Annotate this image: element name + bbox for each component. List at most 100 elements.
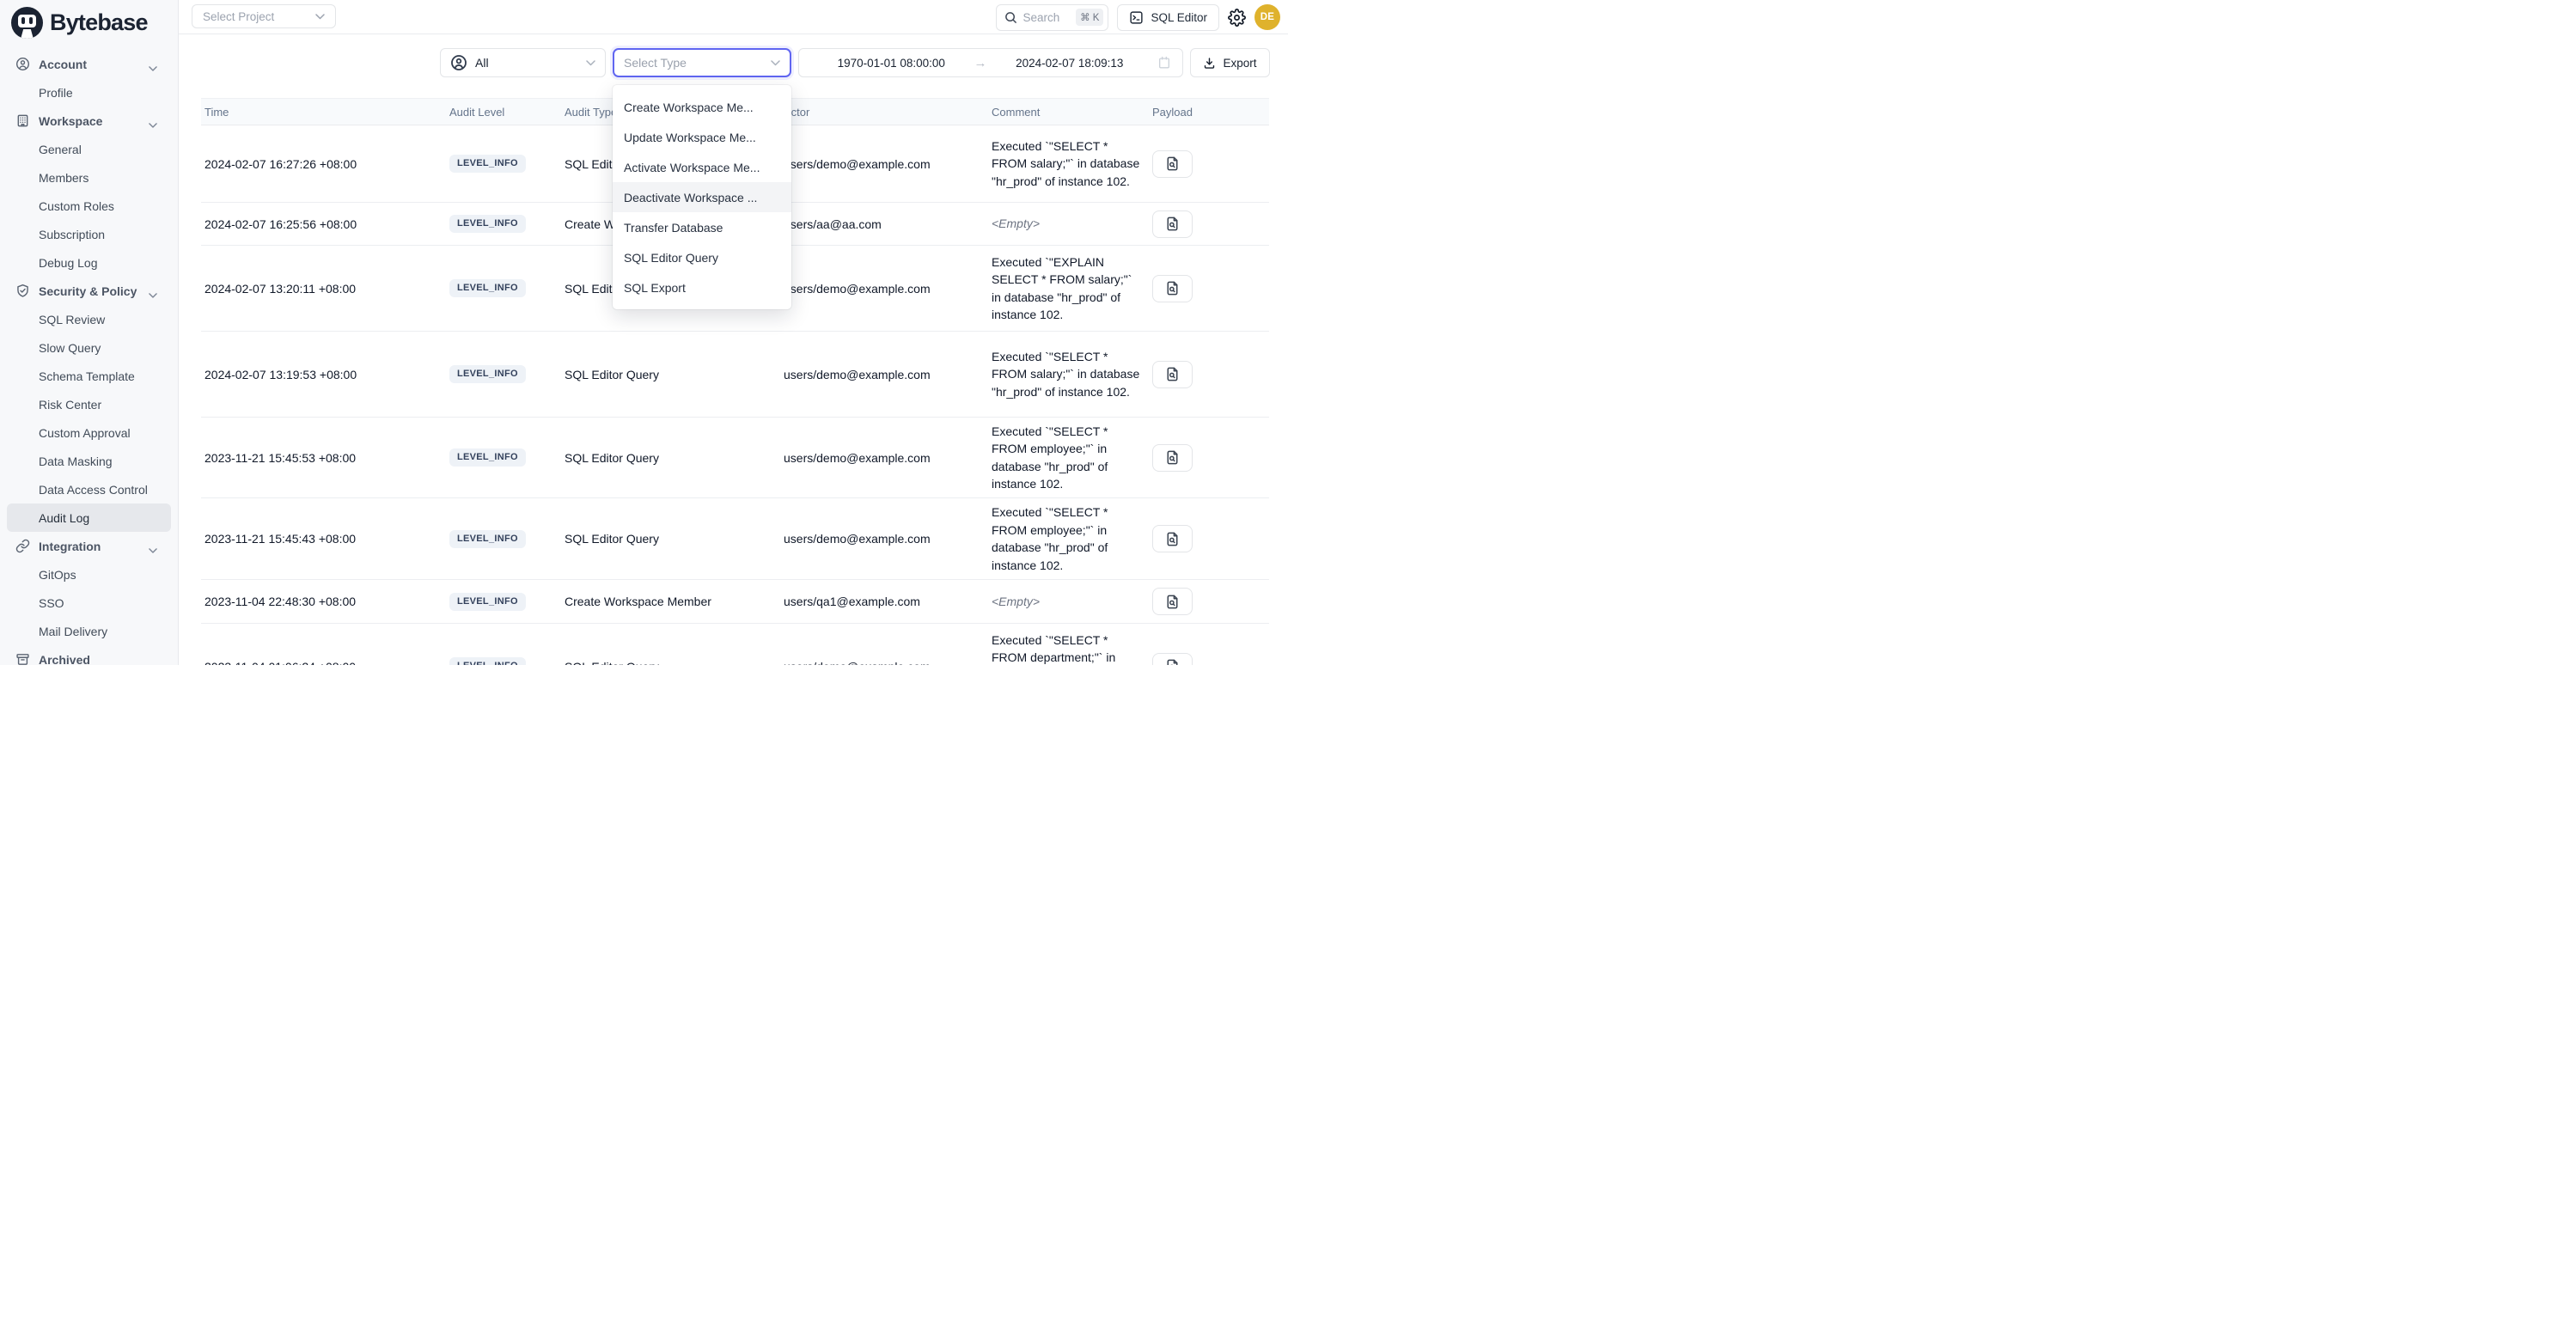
view-payload-button[interactable]	[1152, 150, 1193, 178]
sidebar-item-label: Audit Log	[39, 511, 89, 525]
sidebar-group-archived[interactable]: Archived	[7, 645, 171, 665]
cell-audit-type: SQL Editor Query	[565, 451, 784, 465]
type-menu-item-5[interactable]: Transfer Database	[613, 212, 791, 242]
type-menu-item-3[interactable]: Activate Workspace Me...	[613, 152, 791, 182]
cell-time: 2024-02-07 13:20:11 +08:00	[201, 282, 449, 296]
sidebar-item-data-access-control[interactable]: Data Access Control	[7, 475, 171, 503]
sidebar-item-label: GitOps	[39, 568, 76, 582]
date-from-value[interactable]: 1970-01-01 08:00:00	[810, 57, 973, 70]
cell-comment: Executed `"SELECT * FROM department;"` i…	[992, 631, 1145, 666]
chevron-down-icon	[315, 14, 325, 20]
bytebase-mascot-icon	[11, 7, 43, 39]
cell-audit-type: SQL Editor Query	[565, 368, 784, 381]
type-filter-select[interactable]: Select Type	[613, 48, 791, 77]
sidebar-item-subscription[interactable]: Subscription	[7, 220, 171, 248]
sidebar-item-label: Profile	[39, 86, 73, 100]
cell-time: 2024-02-07 16:27:26 +08:00	[201, 157, 449, 171]
brand-logo[interactable]: Bytebase	[0, 0, 178, 45]
cell-time: 2024-02-07 13:19:53 +08:00	[201, 368, 449, 381]
file-search-icon	[1164, 280, 1181, 296]
cell-payload	[1152, 361, 1269, 388]
sidebar-item-members[interactable]: Members	[7, 163, 171, 192]
sidebar-item-label: General	[39, 143, 82, 156]
type-menu-item-4[interactable]: Deactivate Workspace ...	[613, 182, 791, 212]
sidebar-item-debug-log[interactable]: Debug Log	[7, 248, 171, 277]
chevron-down-icon	[149, 287, 157, 293]
cell-payload	[1152, 653, 1269, 666]
avatar[interactable]: DE	[1254, 4, 1280, 30]
cell-audit-level: LEVEL_INFO	[449, 448, 565, 467]
column-header-actor: Actor	[784, 106, 992, 119]
sidebar-group-security-policy[interactable]: Security & Policy	[7, 277, 171, 305]
date-range-picker[interactable]: 1970-01-01 08:00:00 → 2024-02-07 18:09:1…	[798, 48, 1183, 77]
table-row: 2023-11-21 15:45:43 +08:00LEVEL_INFOSQL …	[201, 498, 1269, 580]
type-menu-item-7[interactable]: SQL Export	[613, 272, 791, 302]
export-label: Export	[1223, 57, 1256, 70]
export-button[interactable]: Export	[1190, 48, 1270, 77]
topbar: Select Project Search ⌘ K SQL Editor DE	[179, 0, 1288, 34]
view-payload-button[interactable]	[1152, 653, 1193, 666]
sidebar-item-mail-delivery[interactable]: Mail Delivery	[7, 617, 171, 645]
file-search-icon	[1164, 594, 1181, 610]
audit-level-badge: LEVEL_INFO	[449, 215, 526, 233]
cell-actor: users/demo@example.com	[784, 282, 992, 296]
search-shortcut-kbd: ⌘ K	[1076, 9, 1103, 26]
sidebar-group-integration[interactable]: Integration	[7, 532, 171, 560]
view-payload-button[interactable]	[1152, 525, 1193, 552]
cell-time: 2023-11-21 15:45:53 +08:00	[201, 451, 449, 465]
cell-time: 2023-11-04 01:06:24 +08:00	[201, 660, 449, 666]
sidebar-item-label: Custom Approval	[39, 426, 131, 440]
sql-editor-button[interactable]: SQL Editor	[1117, 4, 1219, 31]
view-payload-button[interactable]	[1152, 588, 1193, 615]
building-icon	[15, 113, 30, 128]
sidebar-item-schema-template[interactable]: Schema Template	[7, 362, 171, 390]
actor-filter-value: All	[475, 56, 489, 70]
cell-comment: Executed `"EXPLAIN SELECT * FROM salary;…	[992, 253, 1145, 324]
view-payload-button[interactable]	[1152, 210, 1193, 238]
settings-button[interactable]	[1228, 9, 1246, 27]
sidebar-item-slow-query[interactable]: Slow Query	[7, 333, 171, 362]
sidebar-item-profile[interactable]: Profile	[7, 78, 171, 107]
project-select[interactable]: Select Project	[192, 4, 336, 28]
view-payload-button[interactable]	[1152, 275, 1193, 302]
download-icon	[1203, 57, 1216, 70]
sidebar-item-general[interactable]: General	[7, 135, 171, 163]
sidebar-item-custom-roles[interactable]: Custom Roles	[7, 192, 171, 220]
file-search-icon	[1164, 658, 1181, 665]
cell-actor: users/aa@aa.com	[784, 217, 992, 231]
sidebar-group-workspace[interactable]: Workspace	[7, 107, 171, 135]
sidebar-item-audit-log[interactable]: Audit Log	[7, 503, 171, 532]
sidebar-item-gitops[interactable]: GitOps	[7, 560, 171, 589]
sidebar-item-label: Mail Delivery	[39, 625, 107, 638]
sidebar-nav: AccountProfileWorkspaceGeneralMembersCus…	[0, 45, 178, 665]
sidebar-item-sso[interactable]: SSO	[7, 589, 171, 617]
column-header-time: Time	[201, 106, 449, 119]
audit-level-badge: LEVEL_INFO	[449, 365, 526, 383]
type-menu-item-2[interactable]: Update Workspace Me...	[613, 122, 791, 152]
bytebase-app-window: Bytebase Account Profile Workspace General M…	[0, 0, 1288, 665]
table-row: 2023-11-04 01:06:24 +08:00LEVEL_INFOSQL …	[201, 624, 1269, 665]
cell-audit-type: SQL Editor Query	[565, 532, 784, 546]
view-payload-button[interactable]	[1152, 444, 1193, 472]
table-row: 2024-02-07 13:19:53 +08:00LEVEL_INFO SQL …	[201, 332, 1269, 418]
sidebar-group-account[interactable]: Account	[7, 50, 171, 78]
cell-payload	[1152, 150, 1269, 178]
sidebar-item-sql-review[interactable]: SQL Review	[7, 305, 171, 333]
cell-payload	[1152, 525, 1269, 552]
gear-icon	[1228, 9, 1246, 27]
type-menu-item-1[interactable]: Create Workspace Me...	[613, 92, 791, 122]
sidebar-item-risk-center[interactable]: Risk Center	[7, 390, 171, 418]
sidebar-group-label: Security & Policy	[39, 284, 137, 298]
cell-comment: <Empty>	[992, 593, 1145, 611]
cell-time: 2023-11-04 22:48:30 +08:00	[201, 595, 449, 608]
type-menu-item-6[interactable]: SQL Editor Query	[613, 242, 791, 272]
search-input[interactable]: Search ⌘ K	[996, 4, 1108, 31]
sidebar-item-data-masking[interactable]: Data Masking	[7, 447, 171, 475]
view-payload-button[interactable]	[1152, 361, 1193, 388]
file-search-icon	[1164, 366, 1181, 382]
cell-time: 2023-11-21 15:45:43 +08:00	[201, 532, 449, 546]
actor-filter-select[interactable]: All	[440, 48, 606, 77]
date-to-value[interactable]: 2024-02-07 18:09:13	[989, 57, 1151, 70]
sidebar-item-custom-approval[interactable]: Custom Approval	[7, 418, 171, 447]
cell-payload	[1152, 588, 1269, 615]
